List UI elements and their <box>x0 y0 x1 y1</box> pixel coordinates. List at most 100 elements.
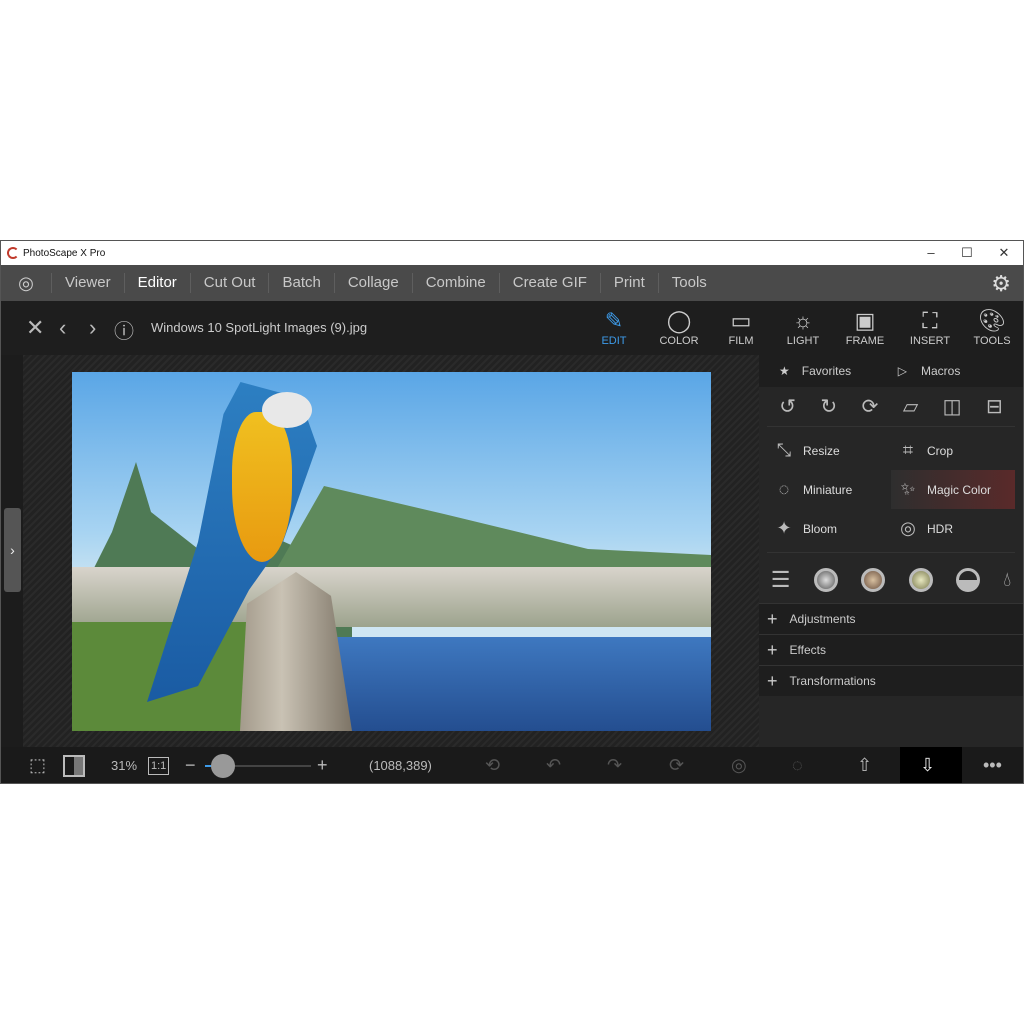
plus-icon: + <box>767 608 778 629</box>
zoom-slider[interactable] <box>205 754 311 778</box>
section-effects[interactable]: + Effects <box>759 634 1023 665</box>
compare-original-icon[interactable]: ◎ <box>731 755 747 776</box>
tab-color[interactable]: ◯ COLOR <box>651 307 707 347</box>
menu-viewer[interactable]: Viewer <box>51 273 124 293</box>
menu-batch[interactable]: Batch <box>268 273 333 293</box>
title-bar: PhotoScape X Pro – ☐ ✕ <box>1 241 1023 265</box>
macros-button[interactable]: Macros <box>921 364 960 378</box>
preset-yellow-icon[interactable] <box>908 568 933 592</box>
drop-icon[interactable]: 💧︎ <box>1003 569 1011 592</box>
section-label: Transformations <box>789 674 876 688</box>
tab-label: FRAME <box>845 335 885 347</box>
play-icon: ▷ <box>897 364 907 378</box>
more-icon[interactable]: ••• <box>983 755 1002 776</box>
photo-parrot <box>72 372 711 731</box>
edit-panel: ★ Favorites ▷ Macros ↺ ↻ ⟳ ▱ ◫ ⊟ ⤡ Resize… <box>759 355 1023 747</box>
menu-tools[interactable]: Tools <box>657 273 720 293</box>
maximize-button[interactable]: ☐ <box>949 241 985 265</box>
next-icon[interactable]: › <box>89 315 96 341</box>
bottom-bar: ⬚ 31% 1:1 − + (1088,389) ⟲ ↶ ↷ ⟳ ◎ ◌ ⇧ ⇩… <box>1 747 1023 783</box>
tab-tools[interactable]: 🎨︎ TOOLS <box>964 307 1020 347</box>
undo-all-icon[interactable]: ⟲ <box>485 755 500 776</box>
insert-icon: ⛶ <box>922 308 938 333</box>
redo-all-icon[interactable]: ⟳ <box>669 755 684 776</box>
actual-size-button[interactable]: 1:1 <box>148 757 170 775</box>
tool-label: Bloom <box>803 521 838 536</box>
rotate-flip-row: ↺ ↻ ⟳ ▱ ◫ ⊟ <box>767 387 1015 427</box>
tool-label: Crop <box>927 443 954 458</box>
plus-icon: + <box>767 670 778 691</box>
tab-light[interactable]: ☼ LIGHT <box>775 307 831 347</box>
compare-icon[interactable] <box>63 755 85 777</box>
menu-cut-out[interactable]: Cut Out <box>189 273 269 293</box>
bloom-button[interactable]: ✦ Bloom <box>767 509 891 548</box>
menu-create-gif[interactable]: Create GIF <box>498 273 600 293</box>
zoom-in-icon[interactable]: + <box>317 755 328 776</box>
minimize-button[interactable]: – <box>913 241 949 265</box>
plus-icon: + <box>767 639 778 660</box>
zoom-level: 31% <box>111 758 138 773</box>
zoom-slider-thumb[interactable] <box>211 754 235 778</box>
favorites-button[interactable]: Favorites <box>802 364 898 378</box>
sidebar-toggle-handle[interactable]: › <box>4 508 21 592</box>
section-transformations[interactable]: + Transformations <box>759 665 1023 696</box>
tool-label: HDR <box>927 521 953 536</box>
home-logo-icon[interactable]: ◎ <box>1 273 51 294</box>
tab-label: TOOLS <box>973 335 1011 347</box>
favorites-macros-row: ★ Favorites ▷ Macros <box>759 355 1023 387</box>
info-icon[interactable]: ⓘ <box>114 315 134 344</box>
preset-half-icon[interactable] <box>955 568 980 592</box>
star-icon: ★ <box>779 364 790 378</box>
hdr-button[interactable]: ◎ HDR <box>891 509 1015 548</box>
list-icon[interactable]: ☰ <box>771 567 791 593</box>
gear-icon[interactable]: ⚙ <box>991 271 1011 297</box>
selection-icon[interactable]: ⬚ <box>29 755 46 776</box>
tab-edit[interactable]: ✎ EDIT <box>586 307 642 347</box>
tab-film[interactable]: ▭ FILM <box>713 307 769 347</box>
section-adjustments[interactable]: + Adjustments <box>759 603 1023 634</box>
rotate-right-icon[interactable]: ↻ <box>820 394 837 419</box>
app-window: PhotoScape X Pro – ☐ ✕ ◎ Viewer Editor C… <box>0 240 1024 784</box>
straighten-icon[interactable]: ▱ <box>903 394 918 419</box>
tool-label: Resize <box>803 443 840 458</box>
crop-icon: ⌗ <box>902 440 914 460</box>
bloom-icon: ✦ <box>776 518 792 538</box>
menu-print[interactable]: Print <box>599 273 658 293</box>
undo-icon[interactable]: ↶ <box>546 755 561 776</box>
save-button[interactable]: ⇩ <box>900 747 962 783</box>
tab-insert[interactable]: ⛶ INSERT <box>902 307 958 347</box>
flip-vertical-icon[interactable]: ⊟ <box>986 394 1003 419</box>
miniature-button[interactable]: ◌ Miniature <box>767 470 891 509</box>
section-label: Effects <box>789 643 826 657</box>
magic-color-button[interactable]: ✨︎ Magic Color <box>891 470 1015 509</box>
resize-button[interactable]: ⤡ Resize <box>767 431 891 470</box>
close-file-icon[interactable]: ✕ <box>26 315 44 341</box>
image-canvas[interactable] <box>23 355 759 747</box>
edit-icon: ✎ <box>604 308 624 333</box>
tab-label: INSERT <box>909 335 951 347</box>
zoom-out-icon[interactable]: − <box>185 755 196 776</box>
rotate-free-icon[interactable]: ⟳ <box>862 394 879 419</box>
preset-sepia-icon[interactable] <box>861 568 886 592</box>
tool-label: Miniature <box>803 482 853 497</box>
save-icon: ⇩ <box>920 755 936 775</box>
editor-toolbar: ✕ ‹ › ⓘ Windows 10 SpotLight Images (9).… <box>1 301 1023 355</box>
main-menu: ◎ Viewer Editor Cut Out Batch Collage Co… <box>1 265 1023 301</box>
redo-icon[interactable]: ↷ <box>607 755 622 776</box>
tool-label: Magic Color <box>927 482 992 497</box>
share-icon[interactable]: ⇧ <box>857 755 872 776</box>
history-icon[interactable]: ◌ <box>792 755 803 776</box>
rotate-left-icon[interactable]: ↺ <box>779 394 796 419</box>
section-label: Adjustments <box>789 612 856 626</box>
preset-gray-icon[interactable] <box>813 568 838 592</box>
close-button[interactable]: ✕ <box>986 241 1022 265</box>
tab-frame[interactable]: ▣ FRAME <box>837 307 893 347</box>
menu-collage[interactable]: Collage <box>333 273 412 293</box>
menu-combine[interactable]: Combine <box>411 273 499 293</box>
frame-icon: ▣ <box>854 308 876 333</box>
crop-button[interactable]: ⌗ Crop <box>891 431 1015 470</box>
previous-icon[interactable]: ‹ <box>59 315 66 341</box>
flip-horizontal-icon[interactable]: ◫ <box>943 394 962 419</box>
palette-icon: 🎨︎ <box>978 308 1006 333</box>
menu-editor[interactable]: Editor <box>123 273 190 293</box>
